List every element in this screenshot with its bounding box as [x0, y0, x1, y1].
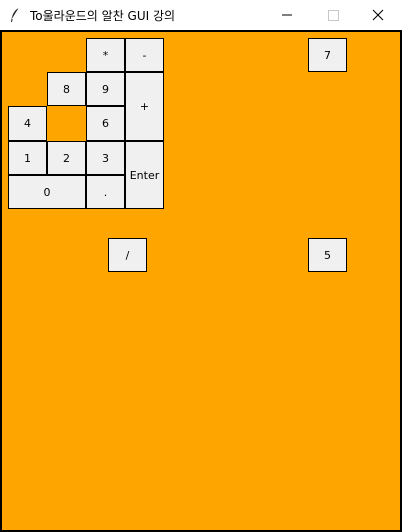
close-icon [372, 9, 384, 21]
feather-icon [9, 7, 21, 23]
key-2[interactable]: 2 [47, 141, 86, 175]
title-bar[interactable]: To울라운드의 알찬 GUI 강의 [0, 0, 402, 30]
key-enter[interactable]: Enter [125, 141, 164, 209]
key-multiply[interactable]: * [86, 38, 125, 72]
key-9[interactable]: 9 [86, 72, 125, 106]
close-button[interactable] [356, 0, 402, 30]
minimize-icon [282, 14, 292, 16]
minimize-button[interactable] [264, 0, 310, 30]
key-5[interactable]: 5 [308, 238, 347, 272]
orange-canvas: * - 8 9 + 4 6 1 2 3 Enter 0 . 7 / 5 [0, 30, 402, 532]
maximize-icon [328, 10, 339, 21]
key-plus[interactable]: + [125, 72, 164, 141]
key-decimal[interactable]: . [86, 175, 125, 209]
window-title: To울라운드의 알찬 GUI 강의 [30, 9, 176, 23]
key-3[interactable]: 3 [86, 141, 125, 175]
maximize-button[interactable] [310, 0, 356, 30]
key-8[interactable]: 8 [47, 72, 86, 106]
app-window: To울라운드의 알찬 GUI 강의 * - 8 9 + 4 6 1 2 3 En [0, 0, 402, 532]
key-minus[interactable]: - [125, 38, 164, 72]
key-1[interactable]: 1 [8, 141, 47, 175]
key-4[interactable]: 4 [8, 106, 47, 141]
key-divide[interactable]: / [108, 238, 147, 272]
key-0[interactable]: 0 [8, 175, 86, 209]
key-6[interactable]: 6 [86, 106, 125, 141]
key-7[interactable]: 7 [308, 38, 347, 72]
